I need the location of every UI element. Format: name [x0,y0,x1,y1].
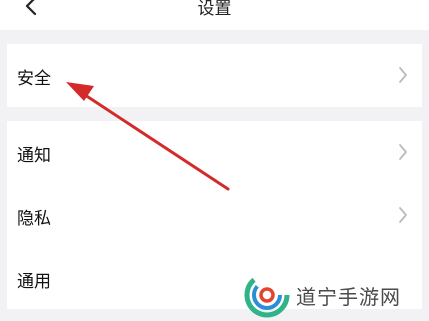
settings-item-label: 通知 [17,146,51,166]
settings-item-label: 通用 [17,272,51,292]
settings-item-label: 安全 [17,69,51,89]
settings-item-security[interactable]: 安全 [7,44,422,107]
swirl-logo-icon [244,272,290,318]
settings-item-label: 隐私 [17,209,51,229]
watermark: 道宁手游网 [244,272,424,318]
top-bar: 设置 [0,0,429,30]
chevron-right-icon [399,207,407,223]
chevron-right-icon [399,67,407,83]
page-title: 设置 [197,0,232,19]
watermark-text: 道宁手游网 [296,285,401,309]
settings-item-notifications[interactable]: 通知 [7,121,422,183]
settings-item-privacy[interactable]: 隐私 [7,184,422,246]
chevron-right-icon [399,144,407,160]
